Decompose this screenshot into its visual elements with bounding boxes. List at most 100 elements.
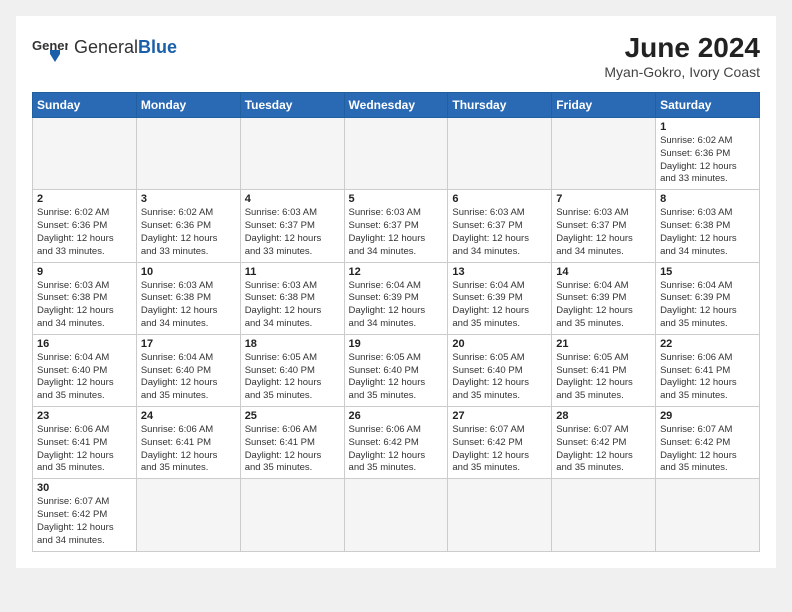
day-info: Sunrise: 6:04 AMSunset: 6:39 PMDaylight:… — [349, 280, 444, 331]
day-info: Sunrise: 6:03 AMSunset: 6:37 PMDaylight:… — [245, 207, 340, 258]
day-info: Sunrise: 6:07 AMSunset: 6:42 PMDaylight:… — [37, 496, 132, 547]
table-row: 11Sunrise: 6:03 AMSunset: 6:38 PMDayligh… — [240, 262, 344, 334]
table-row — [136, 118, 240, 190]
table-row — [448, 118, 552, 190]
day-info: Sunrise: 6:03 AMSunset: 6:37 PMDaylight:… — [349, 207, 444, 258]
col-saturday: Saturday — [656, 93, 760, 118]
logo-general: General — [74, 37, 138, 57]
day-number: 1 — [660, 121, 755, 133]
day-info: Sunrise: 6:03 AMSunset: 6:38 PMDaylight:… — [37, 280, 132, 331]
day-info: Sunrise: 6:02 AMSunset: 6:36 PMDaylight:… — [37, 207, 132, 258]
col-friday: Friday — [552, 93, 656, 118]
table-row — [552, 118, 656, 190]
day-number: 19 — [349, 338, 444, 350]
calendar-table: Sunday Monday Tuesday Wednesday Thursday… — [32, 92, 760, 552]
table-row: 23 Sunrise: 6:06 AMSunset: 6:41 PMDayligh… — [33, 407, 137, 479]
day-info: Sunrise: 6:04 AMSunset: 6:39 PMDaylight:… — [452, 280, 547, 331]
day-info: Sunrise: 6:06 AMSunset: 6:41 PMDaylight:… — [660, 352, 755, 403]
table-row: 27Sunrise: 6:07 AMSunset: 6:42 PMDayligh… — [448, 407, 552, 479]
day-info: Sunrise: 6:06 AMSunset: 6:42 PMDaylight:… — [349, 424, 444, 475]
day-info: Sunrise: 6:03 AMSunset: 6:37 PMDaylight:… — [452, 207, 547, 258]
day-number: 13 — [452, 266, 547, 278]
header: General GeneralBlue June 2024 Myan-Gokro… — [32, 32, 760, 80]
day-number: 9 — [37, 266, 132, 278]
table-row: 10 Sunrise: 6:03 AMSunset: 6:38 PMDayligh… — [136, 262, 240, 334]
day-info: Sunrise: 6:02 AMSunset: 6:36 PMDaylight:… — [141, 207, 236, 258]
day-number: 12 — [349, 266, 444, 278]
col-monday: Monday — [136, 93, 240, 118]
table-row — [552, 479, 656, 551]
table-row — [33, 118, 137, 190]
table-row — [240, 118, 344, 190]
day-info: Sunrise: 6:07 AMSunset: 6:42 PMDaylight:… — [660, 424, 755, 475]
day-number: 25 — [245, 410, 340, 422]
table-row: 1Sunrise: 6:02 AMSunset: 6:36 PMDaylight… — [656, 118, 760, 190]
day-number: 15 — [660, 266, 755, 278]
table-row: 24 Sunrise: 6:06 AMSunset: 6:41 PMDayligh… — [136, 407, 240, 479]
table-row: 16 Sunrise: 6:04 AMSunset: 6:40 PMDayligh… — [33, 334, 137, 406]
day-info: Sunrise: 6:05 AMSunset: 6:40 PMDaylight:… — [349, 352, 444, 403]
day-number: 24 — [141, 410, 236, 422]
day-number: 4 — [245, 193, 340, 205]
day-info: Sunrise: 6:04 AMSunset: 6:40 PMDaylight:… — [141, 352, 236, 403]
day-info: Sunrise: 6:07 AMSunset: 6:42 PMDaylight:… — [452, 424, 547, 475]
table-row — [344, 479, 448, 551]
day-info: Sunrise: 6:04 AMSunset: 6:39 PMDaylight:… — [556, 280, 651, 331]
calendar-week-row: 16 Sunrise: 6:04 AMSunset: 6:40 PMDayligh… — [33, 334, 760, 406]
table-row: 2 Sunrise: 6:02 AMSunset: 6:36 PMDaylight… — [33, 190, 137, 262]
day-info: Sunrise: 6:03 AMSunset: 6:38 PMDaylight:… — [660, 207, 755, 258]
table-row: 29Sunrise: 6:07 AMSunset: 6:42 PMDayligh… — [656, 407, 760, 479]
day-number: 30 — [37, 482, 132, 494]
day-info: Sunrise: 6:06 AMSunset: 6:41 PMDaylight:… — [37, 424, 132, 475]
day-info: Sunrise: 6:06 AMSunset: 6:41 PMDaylight:… — [245, 424, 340, 475]
table-row: 4 Sunrise: 6:03 AMSunset: 6:37 PMDaylight… — [240, 190, 344, 262]
table-row: 17Sunrise: 6:04 AMSunset: 6:40 PMDayligh… — [136, 334, 240, 406]
table-row: 22 Sunrise: 6:06 AMSunset: 6:41 PMDayligh… — [656, 334, 760, 406]
table-row: 12 Sunrise: 6:04 AMSunset: 6:39 PMDayligh… — [344, 262, 448, 334]
table-row: 3 Sunrise: 6:02 AMSunset: 6:36 PMDaylight… — [136, 190, 240, 262]
day-number: 23 — [37, 410, 132, 422]
table-row: 18 Sunrise: 6:05 AMSunset: 6:40 PMDayligh… — [240, 334, 344, 406]
day-number: 3 — [141, 193, 236, 205]
table-row: 5Sunrise: 6:03 AMSunset: 6:37 PMDaylight… — [344, 190, 448, 262]
table-row: 28Sunrise: 6:07 AMSunset: 6:42 PMDayligh… — [552, 407, 656, 479]
calendar-title: June 2024 — [604, 32, 760, 64]
table-row: 19 Sunrise: 6:05 AMSunset: 6:40 PMDayligh… — [344, 334, 448, 406]
day-number: 18 — [245, 338, 340, 350]
day-number: 8 — [660, 193, 755, 205]
day-number: 11 — [245, 266, 340, 278]
day-number: 14 — [556, 266, 651, 278]
table-row — [136, 479, 240, 551]
day-info: Sunrise: 6:05 AMSunset: 6:40 PMDaylight:… — [452, 352, 547, 403]
calendar-week-row: 30 Sunrise: 6:07 AMSunset: 6:42 PMDayligh… — [33, 479, 760, 551]
table-row: 26Sunrise: 6:06 AMSunset: 6:42 PMDayligh… — [344, 407, 448, 479]
day-number: 7 — [556, 193, 651, 205]
day-number: 6 — [452, 193, 547, 205]
col-wednesday: Wednesday — [344, 93, 448, 118]
day-info: Sunrise: 6:05 AMSunset: 6:40 PMDaylight:… — [245, 352, 340, 403]
col-sunday: Sunday — [33, 93, 137, 118]
calendar-subtitle: Myan-Gokro, Ivory Coast — [604, 64, 760, 80]
day-info: Sunrise: 6:06 AMSunset: 6:41 PMDaylight:… — [141, 424, 236, 475]
day-info: Sunrise: 6:04 AMSunset: 6:39 PMDaylight:… — [660, 280, 755, 331]
day-info: Sunrise: 6:04 AMSunset: 6:40 PMDaylight:… — [37, 352, 132, 403]
day-number: 20 — [452, 338, 547, 350]
table-row: 20 Sunrise: 6:05 AMSunset: 6:40 PMDayligh… — [448, 334, 552, 406]
day-number: 22 — [660, 338, 755, 350]
day-info: Sunrise: 6:03 AMSunset: 6:38 PMDaylight:… — [141, 280, 236, 331]
table-row: 9 Sunrise: 6:03 AMSunset: 6:38 PMDaylight… — [33, 262, 137, 334]
table-row: 30 Sunrise: 6:07 AMSunset: 6:42 PMDayligh… — [33, 479, 137, 551]
calendar-header-row: Sunday Monday Tuesday Wednesday Thursday… — [33, 93, 760, 118]
calendar-week-row: 9 Sunrise: 6:03 AMSunset: 6:38 PMDaylight… — [33, 262, 760, 334]
day-number: 10 — [141, 266, 236, 278]
logo-blue: Blue — [138, 37, 177, 57]
table-row: 6 Sunrise: 6:03 AMSunset: 6:37 PMDaylight… — [448, 190, 552, 262]
day-number: 21 — [556, 338, 651, 350]
day-info: Sunrise: 6:07 AMSunset: 6:42 PMDaylight:… — [556, 424, 651, 475]
day-number: 16 — [37, 338, 132, 350]
day-number: 2 — [37, 193, 132, 205]
calendar-week-row: 23 Sunrise: 6:06 AMSunset: 6:41 PMDayligh… — [33, 407, 760, 479]
col-tuesday: Tuesday — [240, 93, 344, 118]
title-block: June 2024 Myan-Gokro, Ivory Coast — [604, 32, 760, 80]
logo-icon: General — [32, 32, 68, 62]
